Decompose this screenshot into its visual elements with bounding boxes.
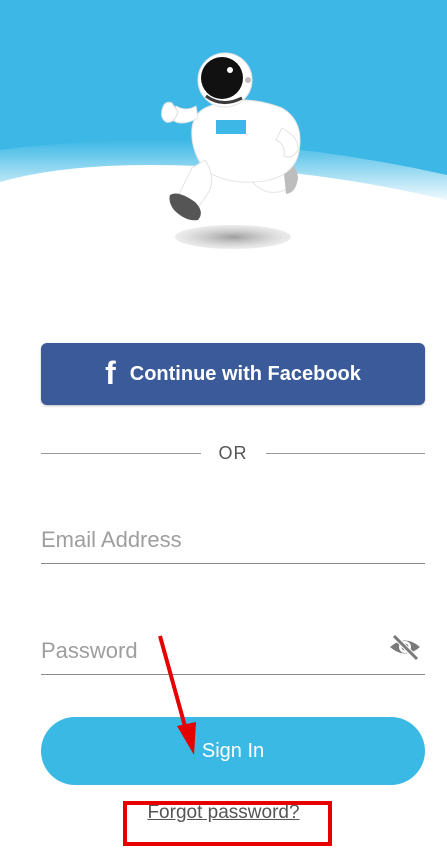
- hero-illustration: [0, 0, 447, 290]
- sign-in-label: Sign In: [201, 739, 265, 762]
- email-field: [41, 517, 425, 564]
- sign-in-button[interactable]: Sign In: [41, 717, 425, 785]
- password-field: [41, 628, 425, 675]
- or-label: OR: [218, 442, 248, 463]
- astronaut-illustration: [0, 0, 447, 249]
- facebook-button-label: Continue with Facebook: [129, 362, 361, 385]
- forgot-password-link[interactable]: Forgot password?: [0, 802, 447, 824]
- or-divider: OR: [41, 441, 425, 465]
- password-input[interactable]: [41, 636, 371, 666]
- continue-with-facebook-button[interactable]: f Continue with Facebook: [41, 343, 425, 405]
- divider-line-right: [265, 452, 425, 454]
- eye-off-icon[interactable]: [387, 632, 423, 662]
- divider-line-left: [41, 452, 201, 454]
- email-input[interactable]: [41, 525, 371, 555]
- facebook-icon: f: [105, 355, 116, 391]
